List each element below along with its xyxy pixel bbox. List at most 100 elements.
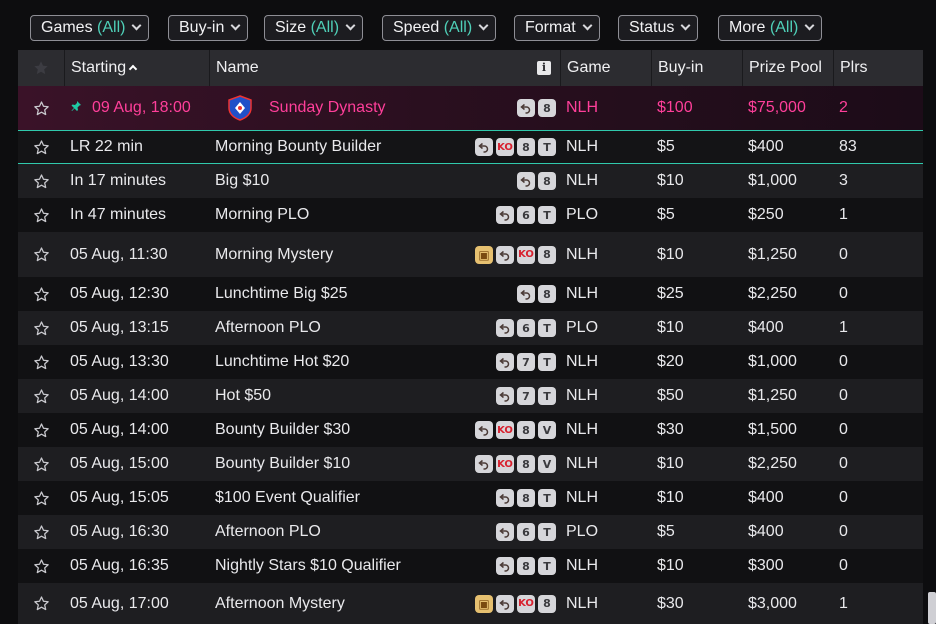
table-row[interactable]: 05 Aug, 17:00 Afternoon Mystery ▣ KO 8 NLH $30…	[18, 583, 923, 624]
format-badge: 8	[538, 245, 556, 264]
name-cell: Morning Mystery	[215, 232, 333, 277]
start-cell: 05 Aug, 15:05	[70, 481, 169, 515]
favorite-toggle[interactable]	[18, 481, 64, 515]
start-time: 05 Aug, 13:30	[70, 353, 169, 370]
prize-cell: $1,250	[748, 387, 797, 404]
chevron-down-icon	[680, 20, 691, 31]
start-cell: 05 Aug, 13:30	[70, 345, 169, 379]
format-badge: T	[538, 206, 556, 224]
table-row[interactable]: In 47 minutes Morning PLO 6 T PLO $5 $250 1	[18, 198, 923, 232]
name-cell: Nightly Stars $10 Qualifier	[215, 549, 401, 583]
filter-format[interactable]: Format	[514, 15, 600, 41]
favorite-toggle[interactable]	[18, 277, 64, 311]
table-row[interactable]: 05 Aug, 15:00 Bounty Builder $10 KO 8 V NLH $1…	[18, 447, 923, 481]
name-cell: Lunchtime Big $25	[215, 277, 348, 311]
chevron-down-icon	[804, 20, 815, 31]
rebuy-arrow-icon	[475, 138, 493, 156]
favorite-toggle[interactable]	[18, 232, 64, 277]
format-badges: 8	[517, 277, 556, 311]
column-prize-pool[interactable]: Prize Pool	[742, 50, 833, 86]
filter-speed[interactable]: Speed (All)	[382, 15, 497, 41]
prize-cell: $400	[748, 138, 784, 155]
table-row[interactable]: LR 22 min Morning Bounty Builder KO 8 T NLH $5…	[18, 130, 923, 164]
favorite-toggle[interactable]	[18, 583, 64, 624]
table-row[interactable]: 05 Aug, 13:30 Lunchtime Hot $20 7 T NLH $20 $1…	[18, 345, 923, 379]
filter-status[interactable]: Status	[618, 15, 699, 41]
start-time: 05 Aug, 16:35	[70, 557, 169, 574]
tournament-name: $100 Event Qualifier	[215, 489, 360, 506]
table-row[interactable]: In 17 minutes Big $10 8 NLH $10 $1,000 3	[18, 164, 923, 198]
column-starting[interactable]: Starting	[64, 50, 209, 86]
prize-cell: $1,000	[748, 353, 797, 370]
format-badge: 8	[517, 557, 535, 575]
table-row[interactable]: 05 Aug, 15:05 $100 Event Qualifier 8 T NLH $1…	[18, 481, 923, 515]
tournament-name: Lunchtime Hot $20	[215, 353, 350, 370]
tournament-logo-icon	[228, 95, 252, 121]
filter-label: More	[729, 19, 766, 36]
filter-more[interactable]: More (All)	[718, 15, 823, 41]
game-cell: PLO	[566, 206, 599, 223]
column-name[interactable]: Name	[209, 50, 560, 86]
favorite-toggle[interactable]	[18, 345, 64, 379]
column-buyin[interactable]: Buy-in	[651, 50, 742, 86]
filter-buyin[interactable]: Buy-in	[168, 15, 249, 41]
format-badge: 8	[538, 594, 556, 613]
buyin-cell: $10	[657, 557, 684, 574]
rebuy-arrow-icon	[496, 557, 514, 575]
players-cell: 2	[839, 99, 848, 116]
players-cell: 0	[839, 285, 848, 302]
start-cell: 05 Aug, 17:00	[70, 583, 169, 624]
favorite-toggle[interactable]	[18, 164, 64, 198]
table-row[interactable]: 05 Aug, 14:00 Hot $50 7 T NLH $50 $1,250 0	[18, 379, 923, 413]
sort-ascending-icon	[128, 64, 138, 74]
format-badge: T	[538, 387, 556, 405]
tournament-name: Afternoon Mystery	[215, 594, 345, 612]
column-game[interactable]: Game	[560, 50, 651, 86]
star-icon	[33, 596, 49, 611]
format-badges: 8	[517, 86, 556, 130]
start-cell: 05 Aug, 15:00	[70, 447, 169, 481]
scrollbar-thumb[interactable]	[928, 592, 936, 624]
prize-cell: $1,500	[748, 421, 797, 438]
star-icon	[33, 456, 49, 471]
prize-cell: $400	[748, 489, 784, 506]
format-badge: 8	[538, 172, 556, 190]
favorite-toggle[interactable]	[18, 198, 64, 232]
favorite-toggle[interactable]	[18, 379, 64, 413]
table-row[interactable]: 05 Aug, 13:15 Afternoon PLO 6 T PLO $10 $400 1	[18, 311, 923, 345]
rebuy-arrow-icon	[517, 172, 535, 190]
info-icon[interactable]: i	[537, 61, 551, 75]
chevron-down-icon	[230, 20, 241, 31]
chevron-down-icon	[582, 20, 593, 31]
buyin-cell: $30	[657, 421, 684, 438]
favorite-toggle[interactable]	[18, 413, 64, 447]
favorite-toggle[interactable]	[18, 131, 64, 163]
start-cell: 05 Aug, 14:00	[70, 379, 169, 413]
format-badge: 8	[538, 285, 556, 303]
knockout-badge: KO	[517, 594, 535, 613]
star-icon	[33, 354, 49, 369]
favorite-toggle[interactable]	[18, 86, 64, 130]
prize-cell: $250	[748, 206, 784, 223]
filter-games[interactable]: Games (All)	[30, 15, 150, 41]
favorite-toggle[interactable]	[18, 549, 64, 583]
rebuy-arrow-icon	[496, 245, 514, 264]
game-cell: NLH	[566, 557, 599, 574]
players-cell: 0	[839, 353, 848, 370]
favorite-toggle[interactable]	[18, 311, 64, 345]
players-cell: 0	[839, 523, 848, 540]
table-row[interactable]: 05 Aug, 16:35 Nightly Stars $10 Qualifier…	[18, 549, 923, 583]
favorite-toggle[interactable]	[18, 447, 64, 481]
table-row[interactable]: 05 Aug, 12:30 Lunchtime Big $25 8 NLH $25 $2,…	[18, 277, 923, 311]
table-row[interactable]: 09 Aug, 18:00 Sunday Dynasty 8 NLH $100 $75,0…	[18, 86, 923, 130]
table-row[interactable]: 05 Aug, 14:00 Bounty Builder $30 KO 8 V NLH $3…	[18, 413, 923, 447]
star-icon	[33, 286, 49, 301]
name-cell: Big $10	[215, 164, 269, 198]
filter-value: (All)	[310, 19, 340, 36]
filter-size[interactable]: Size (All)	[264, 15, 364, 41]
favorite-toggle[interactable]	[18, 515, 64, 549]
table-row[interactable]: 05 Aug, 11:30 Morning Mystery ▣ KO 8 NLH $10 $1…	[18, 232, 923, 277]
header-favorite[interactable]	[18, 50, 64, 86]
table-row[interactable]: 05 Aug, 16:30 Afternoon PLO 6 T PLO $5 $400 0	[18, 515, 923, 549]
column-players[interactable]: Plrs	[833, 50, 923, 86]
